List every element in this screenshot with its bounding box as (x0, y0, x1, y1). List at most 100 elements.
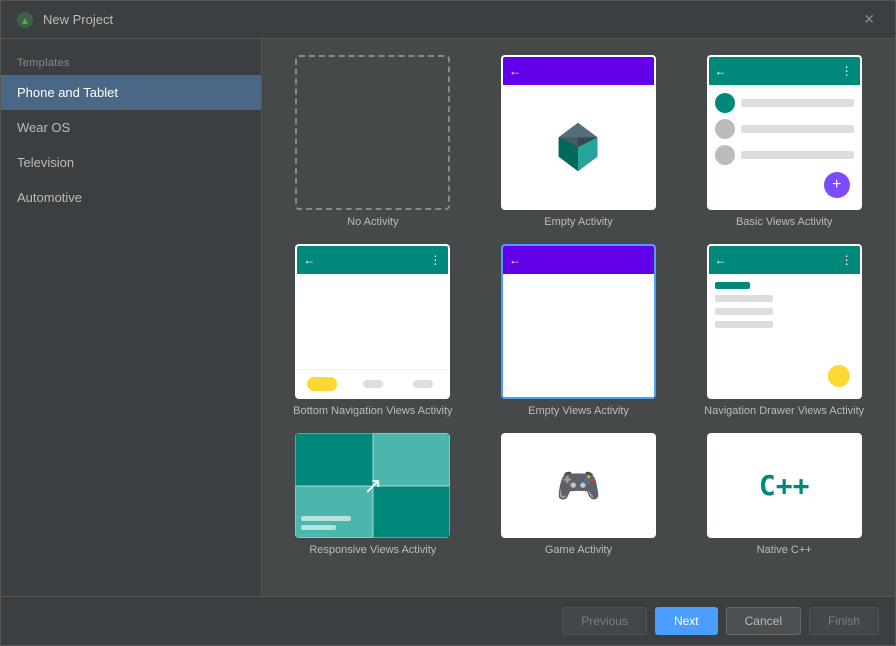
empty-activity-thumb: ← (501, 55, 656, 210)
empty-views-label: Empty Views Activity (528, 405, 629, 417)
teal-cell-1 (295, 433, 373, 486)
line-3 (741, 151, 854, 159)
svg-text:▲: ▲ (20, 16, 30, 27)
close-button[interactable]: ✕ (857, 9, 881, 30)
nav-drawer-toolbar: ← ⋮ (709, 246, 860, 274)
content-area: No Activity ← (262, 39, 895, 596)
menu-dots-icon: ⋮ (429, 253, 442, 267)
teal-cell-4 (373, 486, 451, 539)
nav-drawer-line-active (715, 282, 750, 289)
back-arrow-icon: ← (715, 253, 729, 267)
nav-drawer-line-2 (715, 308, 773, 315)
teal-small-line-1 (301, 516, 351, 521)
no-activity-label: No Activity (347, 216, 398, 228)
circle-3 (715, 145, 735, 165)
bottom-nav-dot-2 (413, 380, 433, 388)
template-basic-views[interactable]: ← ⋮ (689, 55, 879, 228)
previous-button[interactable]: Previous (562, 607, 647, 635)
back-arrow-icon: ← (509, 64, 523, 78)
cpp-thumb: C++ (707, 433, 862, 538)
bottom-nav-label: Bottom Navigation Views Activity (293, 405, 452, 417)
empty-views-toolbar: ← (503, 246, 654, 274)
back-arrow-icon: ← (509, 253, 523, 267)
sidebar-section-label: Templates (1, 47, 261, 75)
gamepad-icon: 🎮 (556, 465, 601, 507)
footer: Previous Next Cancel Finish (1, 596, 895, 645)
nav-drawer-line-3 (715, 321, 773, 328)
bottom-nav-body (297, 274, 448, 397)
dialog-title: New Project (43, 12, 113, 27)
basic-line-row-3 (715, 145, 854, 165)
bottom-nav-item-3 (398, 380, 448, 388)
template-no-activity[interactable]: No Activity (278, 55, 468, 228)
main-content: Templates Phone and Tablet Wear OS Telev… (1, 39, 895, 596)
game-thumb: 🎮 (501, 433, 656, 538)
template-responsive[interactable]: ↗ Responsive Views Activity (278, 433, 468, 556)
bottom-nav-thumb: ← ⋮ (295, 244, 450, 399)
menu-dots-icon: ⋮ (841, 64, 854, 78)
circle-2 (715, 119, 735, 139)
nav-drawer-line-1 (715, 295, 773, 302)
basic-views-toolbar: ← ⋮ (709, 57, 860, 85)
bottom-nav-item-2 (348, 380, 398, 388)
new-project-dialog: ▲ New Project ✕ Templates Phone and Tabl… (0, 0, 896, 646)
nav-drawer-fab (828, 365, 850, 387)
template-cpp[interactable]: C++ Native C++ (689, 433, 879, 556)
responsive-label: Responsive Views Activity (309, 544, 436, 556)
android-icon: ▲ (15, 10, 35, 30)
gem-icon (549, 118, 607, 176)
basic-views-label: Basic Views Activity (736, 216, 832, 228)
basic-lines (709, 85, 860, 173)
bottom-nav-bar (297, 369, 448, 397)
title-bar-left: ▲ New Project (15, 10, 113, 30)
basic-views-thumb: ← ⋮ (707, 55, 862, 210)
next-button[interactable]: Next (655, 607, 718, 635)
sidebar-item-automotive[interactable]: Automotive (1, 180, 261, 215)
sidebar: Templates Phone and Tablet Wear OS Telev… (1, 39, 262, 596)
nav-drawer-label: Navigation Drawer Views Activity (704, 405, 864, 417)
nav-drawer-items (709, 274, 779, 336)
fab-plus-icon: + (824, 172, 850, 198)
sidebar-item-wear-os[interactable]: Wear OS (1, 110, 261, 145)
circle-1 (715, 93, 735, 113)
template-empty-activity[interactable]: ← (484, 55, 674, 228)
nav-drawer-body (709, 274, 860, 397)
template-bottom-nav[interactable]: ← ⋮ (278, 244, 468, 417)
cpp-icon: C++ (759, 469, 810, 502)
basic-line-row-1 (715, 93, 854, 113)
basic-line-row-2 (715, 119, 854, 139)
cpp-label: Native C++ (757, 544, 812, 556)
empty-activity-body (503, 85, 654, 208)
template-nav-drawer[interactable]: ← ⋮ (689, 244, 879, 417)
bottom-nav-toolbar: ← ⋮ (297, 246, 448, 274)
nav-drawer-thumb: ← ⋮ (707, 244, 862, 399)
menu-dots-icon: ⋮ (841, 253, 854, 267)
templates-grid: No Activity ← (278, 55, 879, 556)
teal-small-line-2 (301, 525, 336, 530)
back-arrow-icon: ← (715, 64, 729, 78)
line-1 (741, 99, 854, 107)
game-label: Game Activity (545, 544, 612, 556)
no-activity-thumb (295, 55, 450, 210)
cancel-button[interactable]: Cancel (726, 607, 801, 635)
bottom-nav-dot-1 (363, 380, 383, 388)
template-game[interactable]: 🎮 Game Activity (484, 433, 674, 556)
bottom-nav-active (307, 377, 337, 391)
line-2 (741, 125, 854, 133)
empty-activity-label: Empty Activity (544, 216, 612, 228)
title-bar: ▲ New Project ✕ (1, 1, 895, 39)
back-arrow-icon: ← (303, 253, 317, 267)
empty-views-thumb: ← (501, 244, 656, 399)
empty-views-body (503, 274, 654, 397)
teal-cell-2 (373, 433, 451, 486)
basic-views-body: + (709, 85, 860, 208)
teal-cell-3 (295, 486, 373, 539)
responsive-thumb: ↗ (295, 433, 450, 538)
finish-button[interactable]: Finish (809, 607, 879, 635)
sidebar-item-television[interactable]: Television (1, 145, 261, 180)
arrow-icon: ↗ (364, 473, 382, 499)
bottom-nav-item-1 (297, 377, 347, 391)
template-empty-views[interactable]: ← Empty Views Activity (484, 244, 674, 417)
sidebar-item-phone-tablet[interactable]: Phone and Tablet (1, 75, 261, 110)
teal-small-row (301, 516, 351, 530)
